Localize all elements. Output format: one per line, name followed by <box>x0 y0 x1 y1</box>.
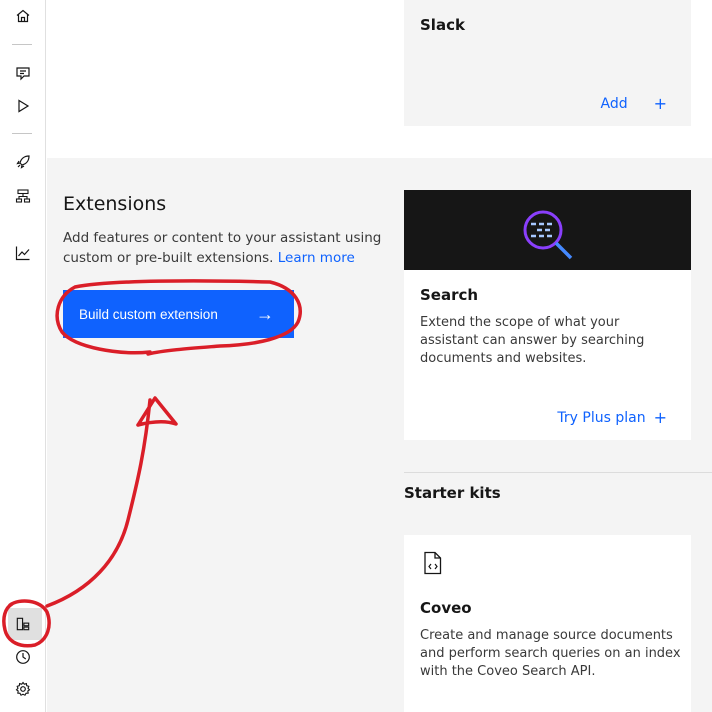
chat-icon[interactable] <box>13 63 33 83</box>
plus-icon: + <box>653 408 667 427</box>
arrow-right-icon: → <box>256 303 274 324</box>
flow-icon[interactable] <box>13 186 33 206</box>
extensions-description: Add features or content to your assistan… <box>63 228 383 268</box>
slack-add-label: Add <box>600 95 628 112</box>
starter-kits-title: Starter kits <box>404 484 501 502</box>
search-magnifier-icon <box>523 210 573 260</box>
coveo-title: Coveo <box>420 599 472 617</box>
plus-icon: + <box>653 94 667 113</box>
extensions-title: Extensions <box>63 193 167 215</box>
slack-tile: Slack Add + <box>404 0 691 126</box>
coveo-description: Create and manage source documents and p… <box>420 628 681 679</box>
search-title: Search <box>420 286 479 304</box>
slack-title: Slack <box>420 16 465 34</box>
try-plus-plan-label: Try Plus plan <box>557 409 646 426</box>
integrations-icon[interactable] <box>13 614 33 634</box>
search-card[interactable]: Search Extend the scope of what your ass… <box>404 190 691 440</box>
section-divider <box>404 472 712 473</box>
history-icon[interactable] <box>13 647 33 667</box>
settings-icon[interactable] <box>13 679 33 699</box>
analytics-icon[interactable] <box>13 243 33 263</box>
try-plus-plan-link[interactable]: Try Plus plan + <box>557 408 667 427</box>
play-icon[interactable] <box>13 96 33 116</box>
rail-divider <box>12 44 32 45</box>
rocket-icon[interactable] <box>13 152 33 172</box>
document-code-icon <box>424 551 442 575</box>
learn-more-link[interactable]: Learn more <box>278 250 355 266</box>
build-custom-extension-label: Build custom extension <box>79 306 218 322</box>
home-icon[interactable] <box>13 6 33 26</box>
slack-add-link[interactable]: Add + <box>600 94 667 113</box>
left-nav-rail <box>0 0 46 712</box>
build-custom-extension-button[interactable]: Build custom extension → <box>63 290 294 338</box>
rail-divider <box>12 133 32 134</box>
search-description: Extend the scope of what your assistant … <box>420 315 645 366</box>
coveo-card[interactable]: Coveo Create and manage source documents… <box>404 535 691 712</box>
search-banner <box>404 190 691 270</box>
